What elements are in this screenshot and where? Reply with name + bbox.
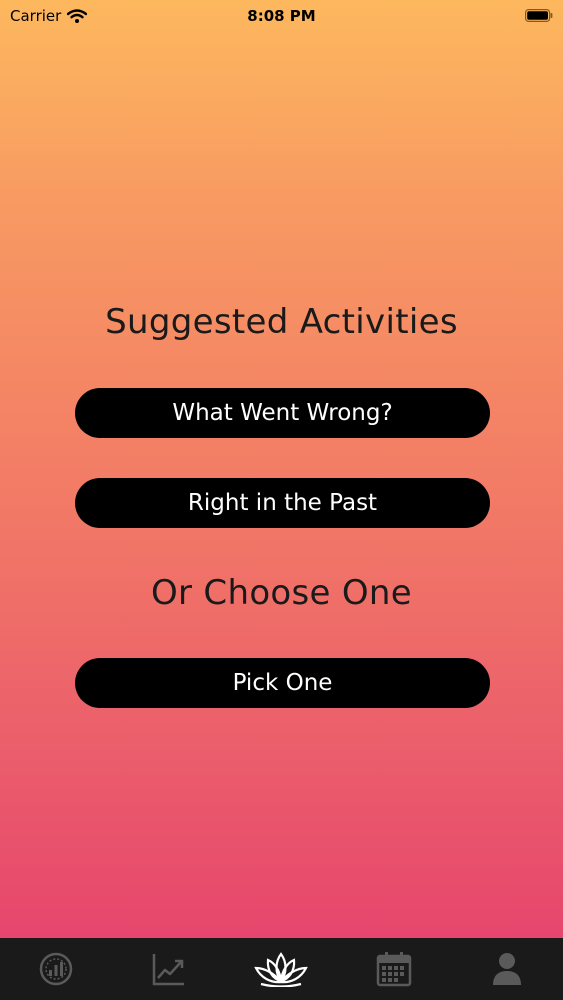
tab-profile[interactable]: [450, 938, 563, 1000]
status-bar: Carrier 8:08 PM: [0, 0, 563, 32]
pick-one-button[interactable]: Pick One: [75, 658, 490, 708]
profile-icon: [492, 953, 521, 985]
page-title: Suggested Activities: [105, 302, 458, 342]
calendar-icon: [376, 952, 412, 987]
lotus-icon: [254, 952, 309, 987]
trend-chart-icon: [152, 954, 184, 986]
gauge-icon: [40, 952, 73, 986]
what-went-wrong-button[interactable]: What Went Wrong?: [75, 388, 490, 438]
tab-dashboard[interactable]: [0, 938, 113, 1000]
screen: Carrier 8:08 PM Suggested Activities Wha…: [0, 0, 563, 1000]
tab-trends[interactable]: [113, 938, 226, 1000]
right-in-the-past-button[interactable]: Right in the Past: [75, 478, 490, 528]
tab-bar: [0, 938, 563, 1000]
choose-one-heading: Or Choose One: [150, 573, 412, 613]
battery-icon: [525, 9, 553, 22]
tab-calendar[interactable]: [338, 938, 451, 1000]
tab-activities[interactable]: [225, 938, 338, 1000]
status-time: 8:08 PM: [247, 7, 316, 25]
